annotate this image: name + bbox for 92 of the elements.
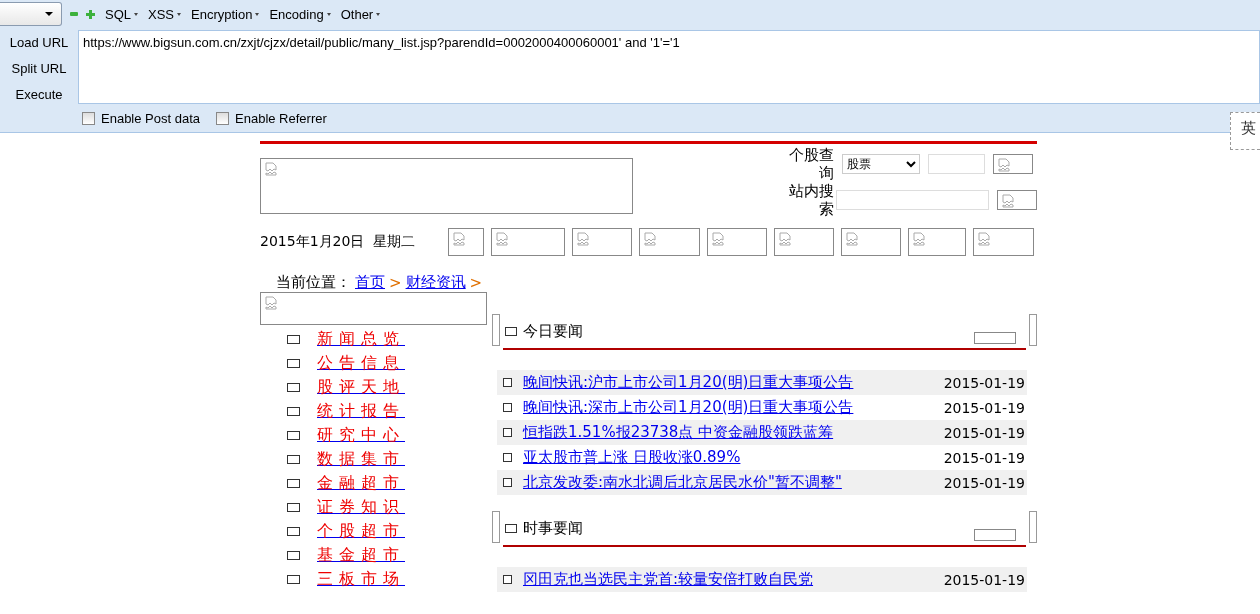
breadcrumb-link[interactable]: 首页 (355, 273, 385, 292)
image-placeholder (974, 332, 1016, 344)
broken-image-icon (264, 162, 278, 176)
news-link[interactable]: 恒指跌1.51%报23738点 中资金融股领跌蓝筹 (523, 423, 834, 442)
image-placeholder (1029, 314, 1037, 346)
nav-link[interactable]: 金融超市 (317, 473, 405, 494)
square-icon (287, 479, 300, 488)
stock-type-select[interactable]: 股票 (842, 154, 920, 174)
square-icon (287, 359, 300, 368)
menu-button[interactable]: Encryption (191, 6, 260, 22)
square-icon (287, 527, 300, 536)
news-link[interactable]: 亚太股市普上涨 日股收涨0.89% (523, 448, 741, 467)
news-link[interactable]: 晚间快讯:深市上市公司1月20(明)日重大事项公告 (523, 398, 854, 417)
nav-link[interactable]: 公告信息 (317, 353, 405, 374)
dropdown[interactable] (0, 2, 62, 26)
date-text: 2015年1月20日 星期二 (260, 233, 417, 251)
broken-image-icon (845, 232, 859, 246)
nav-link[interactable]: 证券知识 (317, 497, 405, 518)
image-placeholder (1029, 511, 1037, 543)
news-date: 2015-01-19 (943, 374, 1026, 391)
news-date: 2015-01-19 (943, 571, 1026, 588)
nav-link[interactable]: 基金超市 (317, 545, 405, 566)
stock-code-field[interactable] (928, 154, 985, 174)
square-icon (287, 407, 300, 416)
nav-link[interactable]: 个股超市 (317, 521, 405, 542)
checkbox[interactable] (82, 112, 95, 125)
broken-image-icon (264, 296, 278, 310)
news-date: 2015-01-19 (943, 474, 1026, 491)
field-label: 个股查询 (788, 146, 834, 182)
section-title: 时事要闻 (523, 518, 583, 538)
menu-button[interactable]: SQL (105, 6, 138, 22)
nav-link[interactable]: 三板市场 (317, 569, 405, 590)
nav-link[interactable]: 数据集市 (317, 449, 405, 470)
menu-button[interactable]: Other (340, 6, 381, 22)
news-date: 2015-01-19 (943, 424, 1026, 441)
action-button[interactable]: Load URL (9, 33, 69, 52)
section-title: 今日要闻 (523, 321, 583, 341)
menu-button[interactable]: Encoding (269, 6, 331, 22)
caret-icon (45, 12, 53, 16)
field-label: 站内搜索 (788, 182, 834, 218)
broken-image-icon (997, 158, 1011, 172)
square-icon (503, 403, 512, 412)
minus-icon[interactable] (70, 11, 78, 17)
broken-image-icon (643, 232, 657, 246)
image-placeholder (492, 314, 500, 346)
square-icon (503, 378, 512, 387)
broken-image-icon (912, 232, 926, 246)
square-icon (505, 523, 517, 533)
image-placeholder (974, 529, 1016, 541)
checkbox[interactable] (216, 112, 230, 125)
square-icon (287, 335, 300, 344)
nav-link[interactable]: 股评天地 (317, 377, 405, 398)
image-placeholder (492, 511, 500, 543)
news-date: 2015-01-19 (943, 399, 1026, 416)
news-link[interactable]: 北京发改委:南水北调后北京居民水价"暂不调整" (523, 473, 842, 492)
news-date: 2015-01-19 (943, 449, 1026, 466)
breadcrumb-label: 当前位置： (276, 273, 351, 292)
breadcrumb-link[interactable]: 财经资讯 (405, 273, 466, 292)
square-icon (287, 383, 300, 392)
broken-image-icon (576, 232, 590, 246)
search-field[interactable] (836, 190, 989, 210)
action-button[interactable]: Split URL (11, 59, 67, 78)
square-icon (503, 575, 512, 584)
breadcrumb-separator: > (389, 273, 402, 292)
plus-icon[interactable] (86, 9, 95, 19)
square-icon (287, 575, 300, 584)
news-link[interactable]: 冈田克也当选民主党首:较量安倍打败自民党 (523, 570, 814, 589)
news-link[interactable]: 晚间快讯:沪市上市公司1月20(明)日重大事项公告 (523, 373, 854, 392)
square-icon (287, 431, 300, 440)
url-field[interactable]: https://www.bigsun.com.cn/zxjt/cjzx/detail/public/many_list.jsp?parendId=0002000400060001' and '1'='1 (78, 30, 1260, 104)
broken-image-icon (1001, 194, 1015, 208)
ime-indicator: 英 (1230, 112, 1260, 150)
broken-image-icon (495, 232, 509, 246)
square-icon (287, 551, 300, 560)
square-icon (287, 503, 300, 512)
broken-image-icon (711, 232, 725, 246)
checkbox-label: Enable Referrer (235, 111, 327, 126)
square-icon (505, 326, 517, 336)
nav-link[interactable]: 统计报告 (317, 401, 405, 422)
nav-link[interactable]: 研究中心 (317, 425, 405, 446)
breadcrumb-separator: > (469, 273, 483, 292)
square-icon (287, 455, 300, 464)
broken-image-icon (452, 232, 466, 246)
square-icon (503, 428, 512, 437)
action-button[interactable]: Execute (15, 85, 63, 104)
checkbox-label: Enable Post data (101, 111, 201, 126)
square-icon (503, 453, 512, 462)
menu-button[interactable]: XSS (148, 6, 182, 22)
square-icon (503, 478, 512, 487)
broken-image-icon (778, 232, 792, 246)
nav-link[interactable]: 新闻总览 (317, 329, 405, 350)
broken-image-icon (977, 232, 991, 246)
